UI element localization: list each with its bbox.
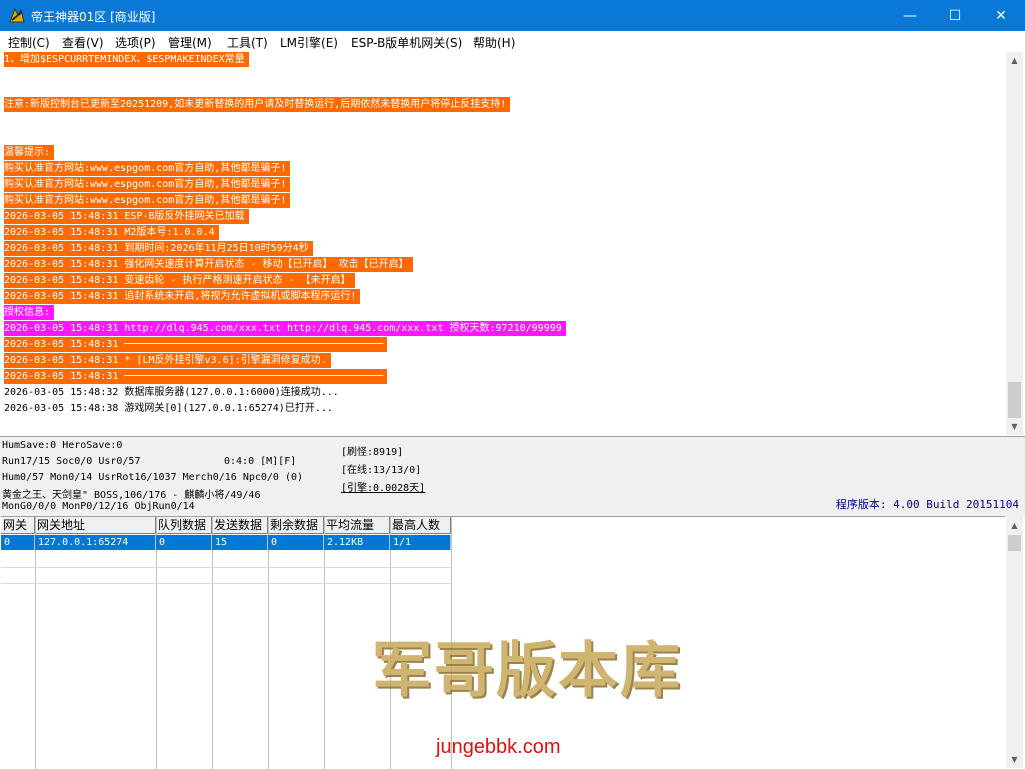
status-engine[interactable]: [引擎:0.0028天] [341, 479, 425, 494]
row-divider [1, 567, 451, 568]
title-bar[interactable]: 帝王神器01区 [商业版] — ☐ ✕ [0, 0, 1025, 31]
menu-view[interactable]: 查看(V) [62, 34, 104, 51]
log-line: 2026-03-05 15:48:38 游戏网关[0](127.0.0.1:65… [4, 403, 333, 414]
log-line: 2026-03-05 15:48:31 ────────────────────… [4, 337, 388, 352]
column-divider [268, 517, 325, 769]
scroll-down-icon[interactable]: ▼ [1006, 751, 1023, 768]
log-line: 2026-03-05 15:48:31 * [LM反外挂引擎v3.6]:引擎漏洞… [4, 353, 331, 368]
minimize-button[interactable]: — [887, 0, 933, 31]
log-panel[interactable]: 1、增加$ESPCURRTEMINDEX、$ESPMAKEINDEX常量 注意:… [1, 52, 1006, 435]
app-icon [9, 7, 25, 23]
scroll-up-icon[interactable]: ▲ [1006, 52, 1023, 69]
scroll-thumb[interactable] [1008, 382, 1021, 418]
menu-lm-engine[interactable]: LM引擎(E) [280, 34, 338, 51]
log-line: 2026-03-05 15:48:31 追封系统未开启,将视为允许虚拟机或脚本程… [4, 289, 361, 304]
status-hum: Hum0/57 Mon0/14 UsrRot16/1037 Merch0/16 … [2, 472, 304, 483]
log-line: 购买认准官方网站:www.espgom.com官方自助,其他都是骗子! [4, 177, 291, 192]
log-line: 2026-03-05 15:48:31 M2版本号:1.0.0.4 [4, 225, 219, 240]
cell-address: 127.0.0.1:65274 [35, 535, 156, 550]
status-boss: 黄金之王、天剑皇" BOSS,106/176 - 麒麟小将/49/46 [2, 490, 261, 501]
maximize-icon: ☐ [948, 7, 962, 24]
menu-manage[interactable]: 管理(M) [168, 34, 212, 51]
log-line: 2026-03-05 15:48:31 变速齿轮 - 执行严格测速开启状态 - … [4, 273, 355, 288]
status-online: [在线:13/13/0] [341, 465, 422, 476]
log-line: 购买认准官方网站:www.espgom.com官方自助,其他都是骗子! [4, 161, 291, 176]
watermark-logo: 军哥版本库 [372, 636, 682, 706]
log-scrollbar[interactable]: ▲ ▼ [1006, 52, 1023, 435]
window-title: 帝王神器01区 [商业版] [31, 10, 156, 24]
column-divider [156, 517, 213, 769]
table-scrollbar[interactable]: ▲ ▼ [1006, 517, 1023, 768]
menu-help[interactable]: 帮助(H) [473, 34, 515, 51]
menu-tools[interactable]: 工具(T) [227, 34, 268, 51]
status-refresh: [刷怪:8919] [341, 447, 404, 458]
watermark-url: jungebbk.com [436, 736, 561, 758]
log-line: 注意:新版控制台已更新至20251209,如未更新替换的用户请及时替换运行,后期… [4, 97, 511, 112]
menu-bar: 控制(C) 查看(V) 选项(P) 管理(M) 工具(T) LM引擎(E) ES… [0, 31, 1025, 51]
cell-avg-traffic: 2.12KB [324, 535, 390, 550]
log-line: 温馨提示: [4, 145, 55, 160]
log-line: 2026-03-05 15:48:31 ────────────────────… [4, 369, 388, 384]
cell-max-users: 1/1 [390, 535, 451, 550]
minimize-icon: — [903, 7, 917, 24]
scroll-up-icon[interactable]: ▲ [1006, 517, 1023, 534]
maximize-button[interactable]: ☐ [932, 0, 978, 31]
scroll-thumb[interactable] [1008, 535, 1021, 551]
log-line: 2026-03-05 15:48:31 http://dlq.945.com/x… [4, 321, 566, 336]
menu-options[interactable]: 选项(P) [115, 34, 156, 51]
status-mon: MonG0/0/0 MonP0/12/16 ObjRun0/14 [2, 501, 195, 512]
row-divider [1, 583, 451, 584]
log-line: 1、增加$ESPCURRTEMINDEX、$ESPMAKEINDEX常量 [4, 52, 249, 67]
cell-sent: 15 [212, 535, 268, 550]
log-line: 2026-03-05 15:48:31 到期时间:2026年11月25日10时5… [4, 241, 313, 256]
scroll-down-icon[interactable]: ▼ [1006, 418, 1023, 435]
menu-esp-gateway[interactable]: ESP-B版单机网关(S) [351, 34, 462, 51]
column-divider [35, 517, 157, 769]
status-save: HumSave:0 HeroSave:0 [2, 440, 123, 451]
version-label: 程序版本: 4.00 Build 20151104 [835, 498, 1019, 511]
column-divider [1, 517, 36, 769]
status-panel: HumSave:0 HeroSave:0 Run17/15 Soc0/0 Usr… [0, 436, 1025, 517]
cell-gateway: 0 [1, 535, 35, 550]
status-timer: 0:4:0 [M][F] [224, 456, 297, 467]
log-line: 购买认准官方网站:www.espgom.com官方自助,其他都是骗子! [4, 193, 291, 208]
log-line: 2026-03-05 15:48:32 数据库服务器(127.0.0.1:600… [4, 387, 339, 398]
log-line: 2026-03-05 15:48:31 强化网关速度计算开启状态 - 移动【已开… [4, 257, 413, 272]
menu-control[interactable]: 控制(C) [8, 34, 50, 51]
status-run: Run17/15 Soc0/0 Usr0/57 [2, 456, 141, 467]
column-divider [212, 517, 269, 769]
cell-queue: 0 [156, 535, 212, 550]
log-line: 2026-03-05 15:48:31 ESP-B版反外挂网关已加载 [4, 209, 249, 224]
cell-remaining: 0 [268, 535, 324, 550]
log-line: 授权信息: [4, 305, 55, 320]
close-button[interactable]: ✕ [978, 0, 1024, 31]
close-icon: ✕ [995, 7, 1007, 24]
